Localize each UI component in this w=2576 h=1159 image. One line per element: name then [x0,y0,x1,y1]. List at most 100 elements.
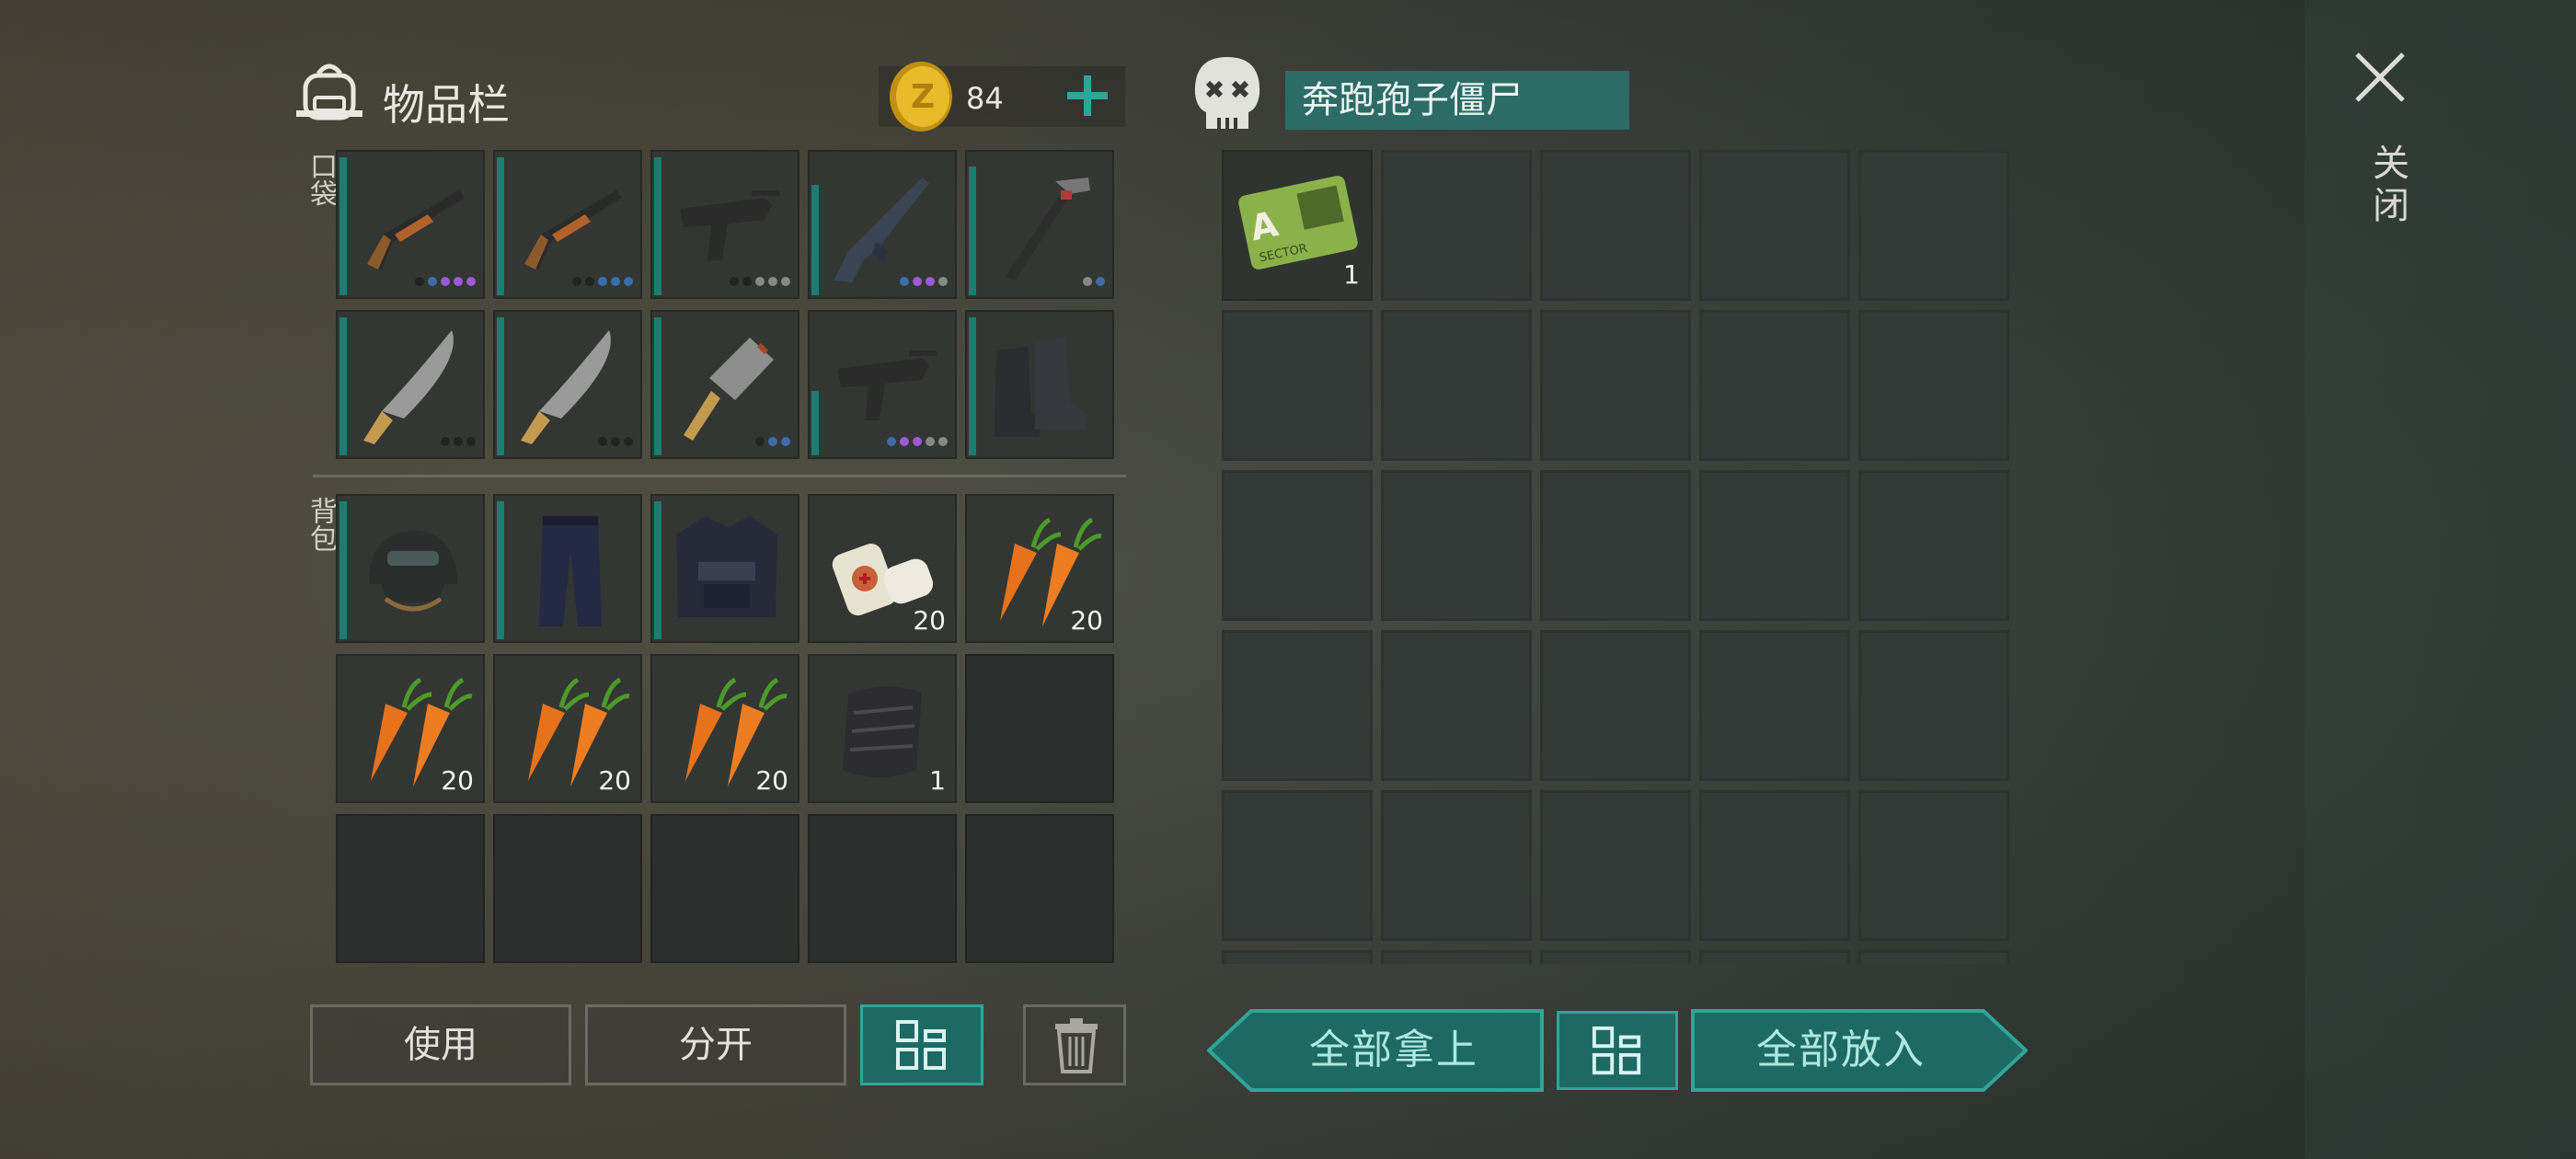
backpack-slot-empty[interactable] [493,814,642,963]
put-all-button[interactable]: 全部放入 [1691,1009,2028,1092]
backpack-slot[interactable] [493,494,642,643]
pocket-slot[interactable] [493,310,642,459]
durability-bar [654,501,661,639]
pocket-slot[interactable] [808,310,957,459]
rarity-dots [572,277,633,286]
loot-slot-empty[interactable] [1699,150,1850,301]
durability-bar [654,157,661,295]
backpack-slot[interactable]: 20 [808,494,957,643]
backpack-slot[interactable] [650,494,799,643]
loot-slot-empty[interactable] [1540,310,1691,461]
pocket-slot[interactable] [965,310,1114,459]
durability-bar [969,166,976,295]
loot-slot-empty[interactable] [1222,470,1373,621]
loot-slot-empty[interactable] [1381,470,1532,621]
backpack-icon [296,63,362,120]
backpack-slot[interactable]: 20 [336,654,485,803]
loot-slot-empty[interactable] [1381,150,1532,301]
trash-button[interactable] [1023,1004,1126,1085]
loot-slot-empty[interactable] [1699,470,1850,621]
uzi-icon [837,350,937,420]
pocket-slot[interactable] [336,310,485,459]
svg-text:Z: Z [911,78,935,116]
item-quantity: 20 [913,605,946,636]
backpack-slot[interactable]: 1 [808,654,957,803]
rarity-dots [755,437,790,446]
loot-slot-empty[interactable] [1381,630,1532,781]
loot-slot-empty[interactable] [1858,310,2009,461]
loot-slot-empty[interactable] [1381,310,1532,461]
item-quantity: 20 [755,765,788,796]
pocket-grid [336,150,1122,470]
use-button[interactable]: 使用 [310,1004,571,1085]
loot-slot-empty[interactable] [1540,630,1691,781]
loot-slot-empty[interactable] [1540,150,1691,301]
loot-slot[interactable]: A SECTOR 1 [1222,150,1373,301]
loot-slot-empty[interactable] [1699,950,1850,964]
grid-icon [1592,1026,1641,1075]
coin-icon: Z [890,62,952,132]
backpack-slot-empty[interactable] [336,814,485,963]
backpack-slot-empty[interactable] [650,814,799,963]
machete-icon [363,330,454,444]
backpack-slot[interactable]: 20 [493,654,642,803]
loot-slot-empty[interactable] [1858,790,2009,941]
backpack-slot[interactable]: 20 [965,494,1114,643]
pocket-slot[interactable] [808,150,957,299]
loot-slot-empty[interactable] [1699,310,1850,461]
pocket-slot[interactable] [493,150,642,299]
rarity-dots [415,277,476,286]
durability-bar [339,501,347,639]
loot-slot-empty[interactable] [1858,950,2009,964]
loot-slot-empty[interactable] [1222,630,1373,781]
put-all-label: 全部放入 [1756,1027,1926,1073]
sort-loot-button[interactable] [1557,1011,1678,1090]
pocket-slot[interactable] [650,310,799,459]
add-coins-button[interactable] [1065,74,1110,118]
keycard-icon: A SECTOR [1238,176,1358,270]
loot-slot-empty[interactable] [1540,790,1691,941]
loot-slot-empty[interactable] [1858,150,2009,301]
inventory-title: 物品栏 [383,80,510,130]
loot-slot-empty[interactable] [1858,470,2009,621]
helmet-icon [369,531,457,612]
loot-slot-empty[interactable] [1381,950,1532,964]
rarity-dots [441,437,476,446]
backpack-slot[interactable]: 20 [650,654,799,803]
loot-slot-empty[interactable] [1222,310,1373,461]
loot-grid: A SECTOR 1 [1222,150,2013,964]
backpack-slot-empty[interactable] [808,814,957,963]
shotgun-icon [524,190,622,270]
loot-slot-empty[interactable] [1381,790,1532,941]
durability-bar [497,317,504,455]
durability-bar [654,317,661,455]
close-icon[interactable] [2353,51,2407,104]
loot-slot-empty[interactable] [1222,790,1373,941]
item-quantity: 20 [441,765,474,796]
loot-slot-empty[interactable] [1858,630,2009,781]
section-divider [313,475,1126,477]
sort-inventory-button[interactable] [860,1004,983,1085]
item-quantity: 1 [1343,259,1360,290]
rarity-dots [598,437,633,446]
backpack-slot[interactable] [336,494,485,643]
split-button[interactable]: 分开 [585,1004,846,1085]
durability-bar [811,391,819,455]
loot-slot-empty[interactable] [1699,630,1850,781]
item-quantity: 20 [1070,605,1103,636]
loot-slot-empty[interactable] [1540,950,1691,964]
pocket-slot[interactable] [965,150,1114,299]
loot-slot-empty[interactable] [1540,470,1691,621]
backpack-slot-empty[interactable] [965,814,1114,963]
pocket-slot[interactable] [336,150,485,299]
close-label[interactable]: 关闭 [2361,143,2414,228]
loot-slot-empty[interactable] [1699,790,1850,941]
backpack-slot-empty[interactable] [965,654,1114,803]
loot-slot-empty[interactable] [1222,950,1373,964]
pocket-label: 口袋 [305,152,337,207]
uzi-icon [680,190,779,260]
rarity-dots [900,277,948,286]
take-all-button[interactable]: 全部拿上 [1207,1009,1544,1092]
grid-icon [896,1020,946,1070]
pocket-slot[interactable] [650,150,799,299]
